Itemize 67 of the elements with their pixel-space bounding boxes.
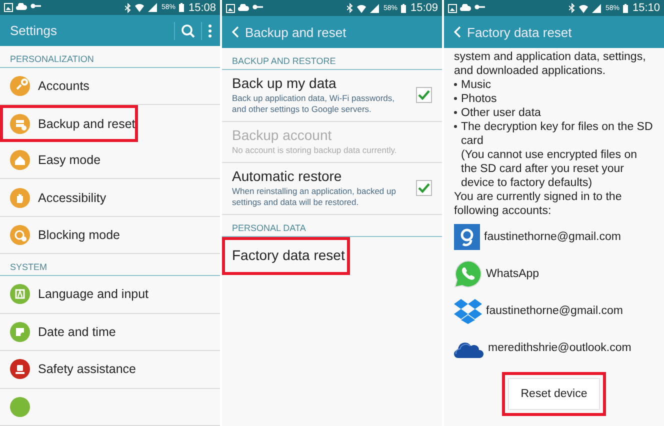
bullet-icon [454, 97, 457, 100]
bullet-icon [454, 83, 457, 86]
clock: 15:10 [632, 2, 660, 14]
battery-icon [401, 4, 406, 12]
list-text: Music [461, 78, 492, 92]
body-text: You are currently signed in to the following accounts: [454, 190, 623, 218]
list-text: The decryption key for files on the SD card (You cannot use encrypted files on the SD card after you reset your device to factory defaults) [461, 120, 654, 190]
key-icon [474, 4, 485, 10]
signal-icon [148, 3, 158, 12]
key-icon [252, 4, 263, 10]
dropbox-icon [454, 296, 482, 324]
cloud-icon [460, 4, 471, 10]
checkbox[interactable] [416, 180, 432, 196]
image-icon [448, 4, 457, 12]
section-header: PERSONAL DATA [222, 215, 442, 237]
google-icon [454, 224, 480, 250]
settings-item[interactable]: Accessibility [0, 179, 220, 217]
battery-icon [623, 4, 628, 12]
settings-item[interactable]: Easy mode [0, 142, 220, 180]
screen-title: Settings [10, 23, 58, 38]
bullet-icon [454, 111, 457, 114]
account-name: WhatsApp [486, 266, 540, 280]
settings-item[interactable]: Automatic restore When reinstalling an application, backed up settings and data will be restored. [222, 163, 442, 215]
settings-item[interactable]: Factory data reset [222, 237, 350, 275]
account-name: meredithshrie@outlook.com [488, 340, 632, 354]
settings-item[interactable]: Date and time [0, 314, 220, 352]
settings-item: Backup account No account is storing backup data currently. [222, 122, 442, 163]
bullet-icon [454, 125, 457, 128]
image-icon [4, 3, 13, 12]
screen-title: Backup and reset [245, 24, 348, 40]
wifi-icon [135, 3, 144, 12]
settings-item[interactable]: Language and input [0, 276, 220, 314]
checkbox[interactable] [416, 87, 432, 103]
cloud-icon [16, 3, 27, 10]
screen-title: Factory data reset [467, 24, 573, 40]
clock: 15:08 [188, 2, 216, 14]
section-header: PERSONALIZATION [0, 46, 220, 68]
cloud-icon [238, 4, 249, 10]
signal-icon [370, 4, 380, 12]
signal-icon [592, 4, 602, 12]
wifi-icon [579, 4, 588, 12]
back-icon[interactable] [454, 26, 461, 38]
bluetooth-icon [569, 3, 576, 13]
bluetooth-icon [347, 3, 354, 13]
section-header: BACKUP AND RESTORE [222, 48, 442, 70]
image-icon [226, 4, 235, 12]
clock: 15:09 [410, 2, 438, 14]
more-options-icon[interactable] [208, 24, 212, 38]
wifi-icon [357, 4, 366, 12]
settings-item[interactable]: Safety assistance [0, 351, 220, 389]
search-icon[interactable] [181, 24, 195, 38]
settings-item[interactable]: Blocking mode [0, 216, 220, 254]
account-name: faustinethorne@gmail.com [486, 304, 623, 318]
list-text: Other user data [461, 106, 541, 120]
settings-item[interactable]: Backup and reset [0, 105, 138, 142]
whatsapp-icon [454, 260, 482, 288]
bluetooth-icon [125, 2, 132, 13]
settings-item[interactable]: Accounts [0, 68, 220, 106]
account-name: faustinethorne@gmail.com [484, 230, 621, 244]
body-text: system and application data, settings, and downloaded applications. [454, 50, 647, 78]
reset-device-button[interactable]: Reset device [508, 378, 600, 410]
list-text: Photos [461, 92, 497, 106]
settings-item[interactable]: Back up my data Back up application data, Wi-Fi passwords, and other settings to Google servers. [222, 70, 442, 122]
battery-icon [179, 3, 184, 12]
key-icon [30, 3, 41, 10]
back-icon[interactable] [232, 26, 239, 38]
section-header: SYSTEM [0, 254, 220, 276]
